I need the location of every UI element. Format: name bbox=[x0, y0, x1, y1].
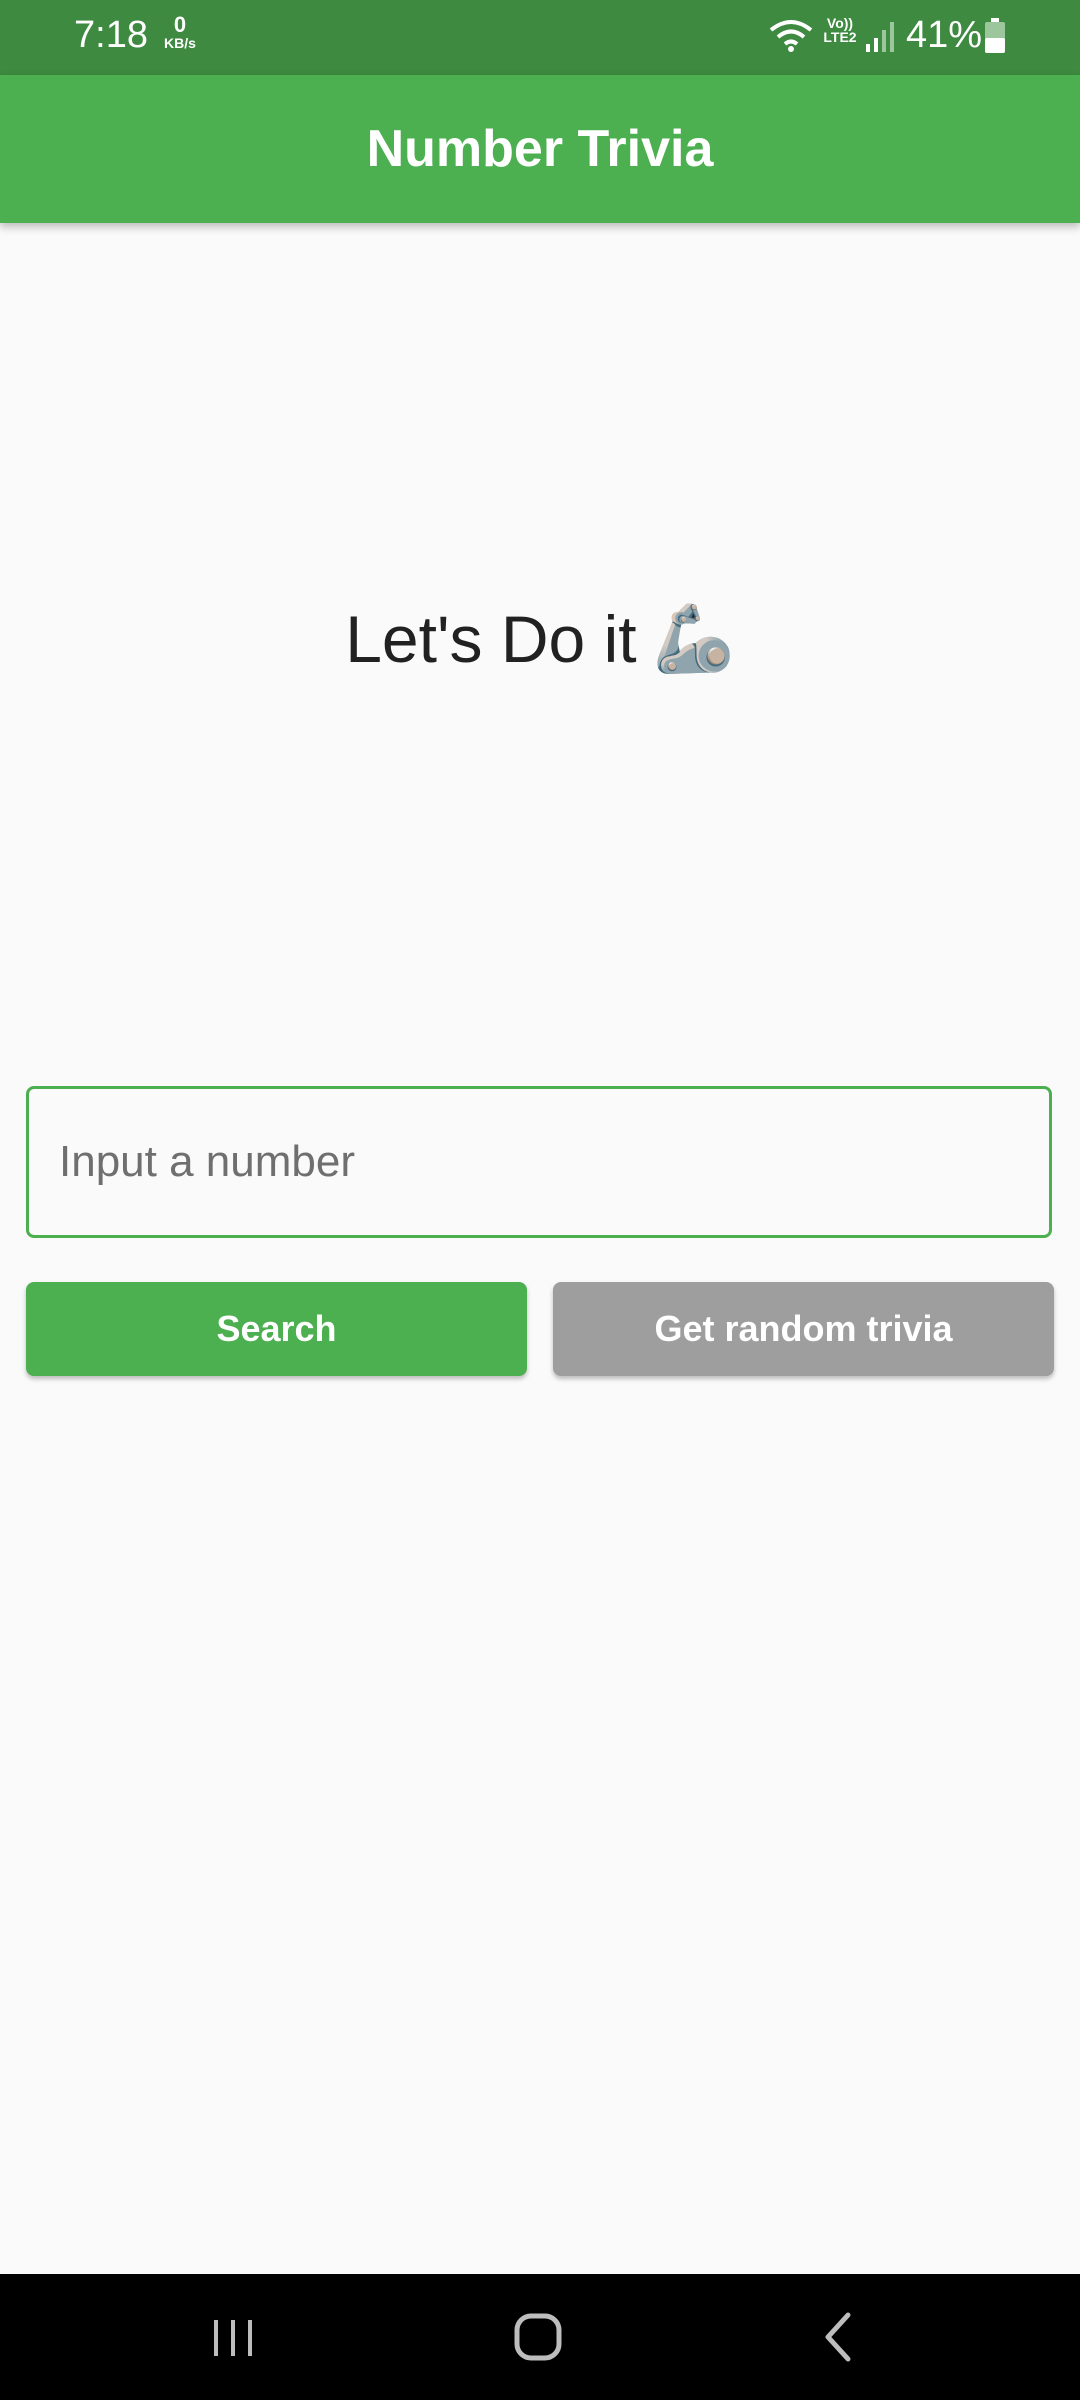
network-speed-value: 0 bbox=[173, 12, 187, 37]
home-button[interactable] bbox=[458, 2274, 618, 2400]
app-title: Number Trivia bbox=[366, 120, 714, 178]
battery-icon bbox=[984, 18, 1006, 59]
status-message-text: Let's Do it bbox=[345, 602, 637, 676]
app-bar: Number Trivia bbox=[0, 75, 1080, 223]
status-time: 7:18 bbox=[74, 14, 148, 56]
signal-icon bbox=[864, 20, 896, 57]
random-trivia-button[interactable]: Get random trivia bbox=[553, 1282, 1054, 1376]
back-button[interactable] bbox=[760, 2274, 920, 2400]
navigation-bar bbox=[0, 2274, 1080, 2400]
network-type-label: Vo)) LTE2 bbox=[823, 15, 857, 45]
home-icon bbox=[514, 2313, 562, 2361]
battery-percent: 41% bbox=[906, 14, 983, 56]
status-message: Let's Do it 🦾 bbox=[0, 600, 1080, 678]
status-bar: 7:18 0 KB/s Vo)) LTE2 41% bbox=[0, 0, 1080, 75]
mechanical-arm-icon: 🦾 bbox=[652, 601, 735, 675]
back-icon bbox=[825, 2312, 851, 2362]
recents-icon bbox=[214, 2320, 252, 2356]
search-button[interactable]: Search bbox=[26, 1282, 527, 1376]
recents-button[interactable] bbox=[154, 2274, 314, 2400]
wifi-icon bbox=[768, 18, 814, 59]
network-speed: 0 KB/s bbox=[158, 12, 202, 51]
network-speed-unit: KB/s bbox=[164, 35, 196, 51]
number-input[interactable] bbox=[26, 1086, 1052, 1238]
